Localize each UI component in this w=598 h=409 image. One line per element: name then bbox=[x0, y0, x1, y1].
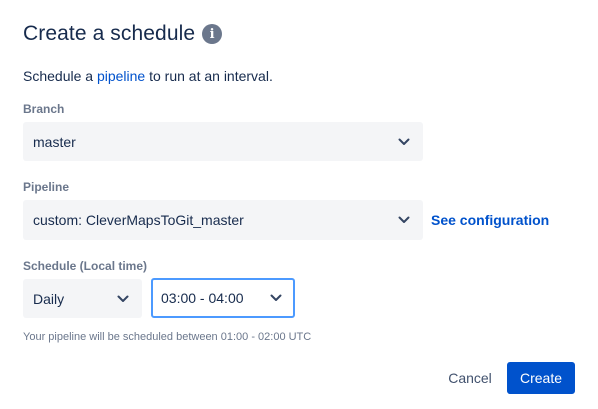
branch-value: master bbox=[33, 133, 76, 150]
chevron-down-icon bbox=[266, 288, 286, 308]
create-schedule-dialog: Create a schedule i Schedule a pipeline … bbox=[0, 0, 598, 409]
info-icon[interactable]: i bbox=[202, 24, 223, 44]
schedule-helper-text: Your pipeline will be scheduled between … bbox=[23, 331, 312, 343]
intro-before: Schedule a bbox=[23, 68, 97, 84]
time-select[interactable]: 03:00 - 04:00 bbox=[151, 278, 295, 318]
intro-after: to run at an interval. bbox=[145, 68, 273, 84]
pipeline-link[interactable]: pipeline bbox=[97, 68, 145, 84]
time-value: 03:00 - 04:00 bbox=[161, 290, 244, 306]
see-configuration-link[interactable]: See configuration bbox=[431, 212, 549, 228]
title-row: Create a schedule i bbox=[23, 22, 223, 46]
schedule-label: Schedule (Local time) bbox=[23, 259, 148, 273]
branch-select[interactable]: master bbox=[23, 122, 423, 161]
pipeline-label: Pipeline bbox=[23, 180, 70, 194]
chevron-down-icon bbox=[113, 289, 133, 309]
intro-text: Schedule a pipeline to run at an interva… bbox=[23, 68, 273, 84]
pipeline-select[interactable]: custom: CleverMapsToGit_master bbox=[23, 200, 423, 240]
dialog-title: Create a schedule bbox=[23, 22, 196, 45]
cancel-button[interactable]: Cancel bbox=[439, 362, 501, 394]
branch-label: Branch bbox=[23, 102, 65, 116]
frequency-value: Daily bbox=[33, 290, 65, 307]
pipeline-value: custom: CleverMapsToGit_master bbox=[33, 212, 244, 228]
chevron-down-icon bbox=[394, 210, 414, 230]
frequency-select[interactable]: Daily bbox=[23, 279, 142, 318]
chevron-down-icon bbox=[394, 132, 414, 152]
create-button[interactable]: Create bbox=[507, 362, 575, 394]
